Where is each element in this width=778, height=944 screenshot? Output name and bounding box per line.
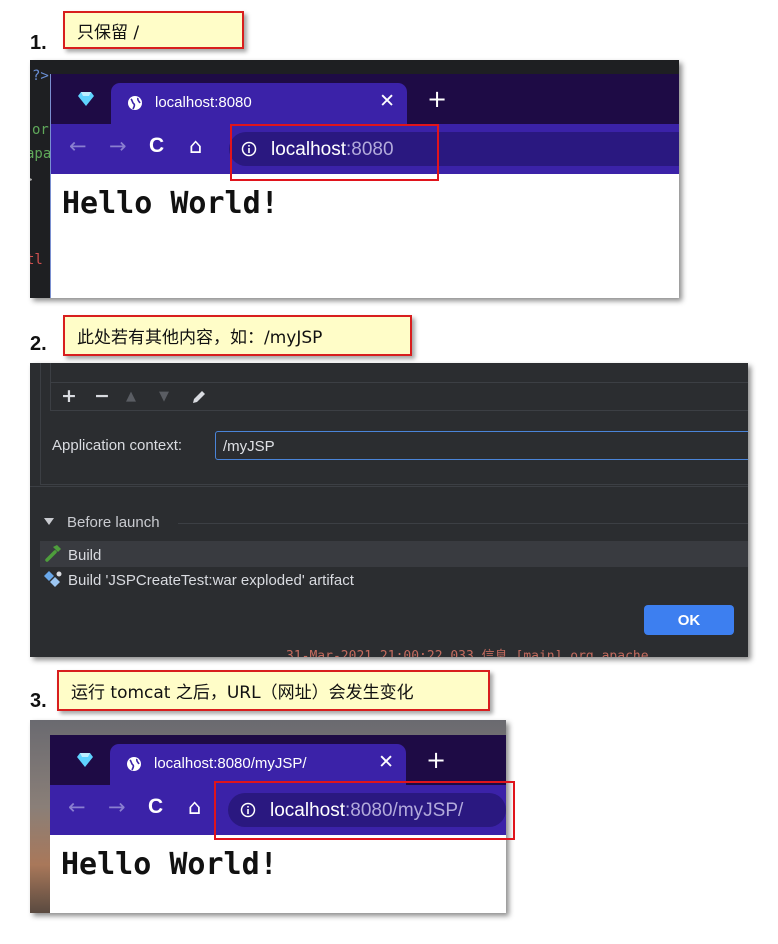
tab-close-icon[interactable]: ✕: [378, 751, 394, 773]
collapse-triangle-icon[interactable]: [44, 518, 54, 526]
tab-active[interactable]: localhost:8080 ✕: [111, 83, 407, 124]
tab-title: localhost:8080: [155, 94, 252, 111]
hammer-icon: [45, 545, 61, 562]
back-arrow-icon[interactable]: ←: [69, 134, 87, 158]
step-1-callout: 只保留 /: [63, 11, 244, 49]
browser-logo-icon: [78, 92, 94, 106]
step-2-number: 2.: [30, 333, 47, 355]
page-content: Hello World!: [51, 174, 679, 298]
reload-icon[interactable]: C: [149, 134, 164, 158]
tab-bar: localhost:8080 ✕ +: [51, 74, 679, 124]
back-arrow-icon[interactable]: ←: [68, 795, 86, 819]
task-build: Build: [68, 547, 102, 564]
step-1-number: 1.: [30, 32, 47, 54]
code-fragment: or: [32, 122, 49, 138]
forward-arrow-icon[interactable]: →: [109, 134, 127, 158]
forward-arrow-icon[interactable]: →: [108, 795, 126, 819]
code-fragment: tl: [30, 252, 43, 268]
task-build-artifact: Build 'JSPCreateTest:war exploded' artif…: [68, 572, 354, 589]
globe-icon: [127, 757, 141, 771]
tab-active[interactable]: localhost:8080/myJSP/ ✕: [110, 744, 406, 785]
code-fragment: ?>: [32, 68, 49, 84]
reload-icon[interactable]: C: [148, 795, 163, 819]
url-highlight-box: [214, 781, 515, 840]
console-log-snippet: 31-Mar-2021 21:00:22.033 信息 [main] org.a…: [286, 649, 649, 657]
task-row-selected[interactable]: [40, 541, 748, 567]
before-launch-rule: [178, 523, 748, 524]
artifact-icon: [44, 571, 62, 587]
url-highlight-box: [230, 124, 439, 181]
step-3-callout: 运行 tomcat 之后，URL（网址）会发生变化: [57, 670, 490, 711]
tab-title: localhost:8080/myJSP/: [154, 755, 307, 772]
app-context-value: /myJSP: [223, 438, 275, 455]
tab-bar: localhost:8080/myJSP/ ✕ +: [50, 735, 506, 785]
step-2-callout-text: 此处若有其他内容，如：/myJSP: [77, 328, 323, 348]
page-heading: Hello World!: [62, 186, 279, 221]
step-3-callout-text: 运行 tomcat 之后，URL（网址）会发生变化: [71, 683, 414, 703]
home-icon[interactable]: ⌂: [188, 795, 201, 819]
app-context-input[interactable]: /myJSP: [215, 431, 748, 460]
section-divider: [30, 486, 748, 487]
browser-screenshot-1: ?> or apa > tl localhost:8080 ✕ + ← → C …: [30, 60, 679, 298]
globe-icon: [128, 96, 142, 110]
new-tab-button[interactable]: +: [427, 85, 447, 113]
edit-pencil-icon[interactable]: [191, 389, 207, 405]
browser-logo-icon: [77, 753, 93, 767]
ok-button[interactable]: OK: [644, 605, 734, 635]
page-heading: Hello World!: [61, 847, 278, 882]
list-separator: [50, 382, 748, 383]
step-2-callout: 此处若有其他内容，如：/myJSP: [63, 315, 412, 356]
add-button[interactable]: +: [61, 385, 77, 407]
app-context-label: Application context:: [52, 437, 183, 454]
before-launch-title: Before launch: [67, 514, 160, 531]
browser-window: localhost:8080 ✕ + ← → C ⌂ localhost:808…: [50, 74, 679, 298]
code-fragment: apa: [30, 146, 52, 162]
new-tab-button[interactable]: +: [426, 746, 446, 774]
move-up-button[interactable]: ▲: [126, 389, 136, 404]
list-frame: [50, 363, 748, 411]
page-content: Hello World!: [50, 835, 506, 913]
code-editor-strip: ?> or apa > tl: [30, 60, 52, 298]
home-icon[interactable]: ⌂: [189, 134, 202, 158]
ide-run-config-dialog: + − ▲ ▼ Application context: /myJSP Befo…: [30, 363, 748, 657]
move-down-button[interactable]: ▼: [159, 389, 169, 404]
remove-button[interactable]: −: [94, 385, 110, 407]
step-1-callout-text: 只保留 /: [77, 22, 140, 43]
step-3-number: 3.: [30, 690, 47, 712]
tab-close-icon[interactable]: ✕: [379, 90, 395, 112]
code-fragment: >: [30, 172, 32, 188]
